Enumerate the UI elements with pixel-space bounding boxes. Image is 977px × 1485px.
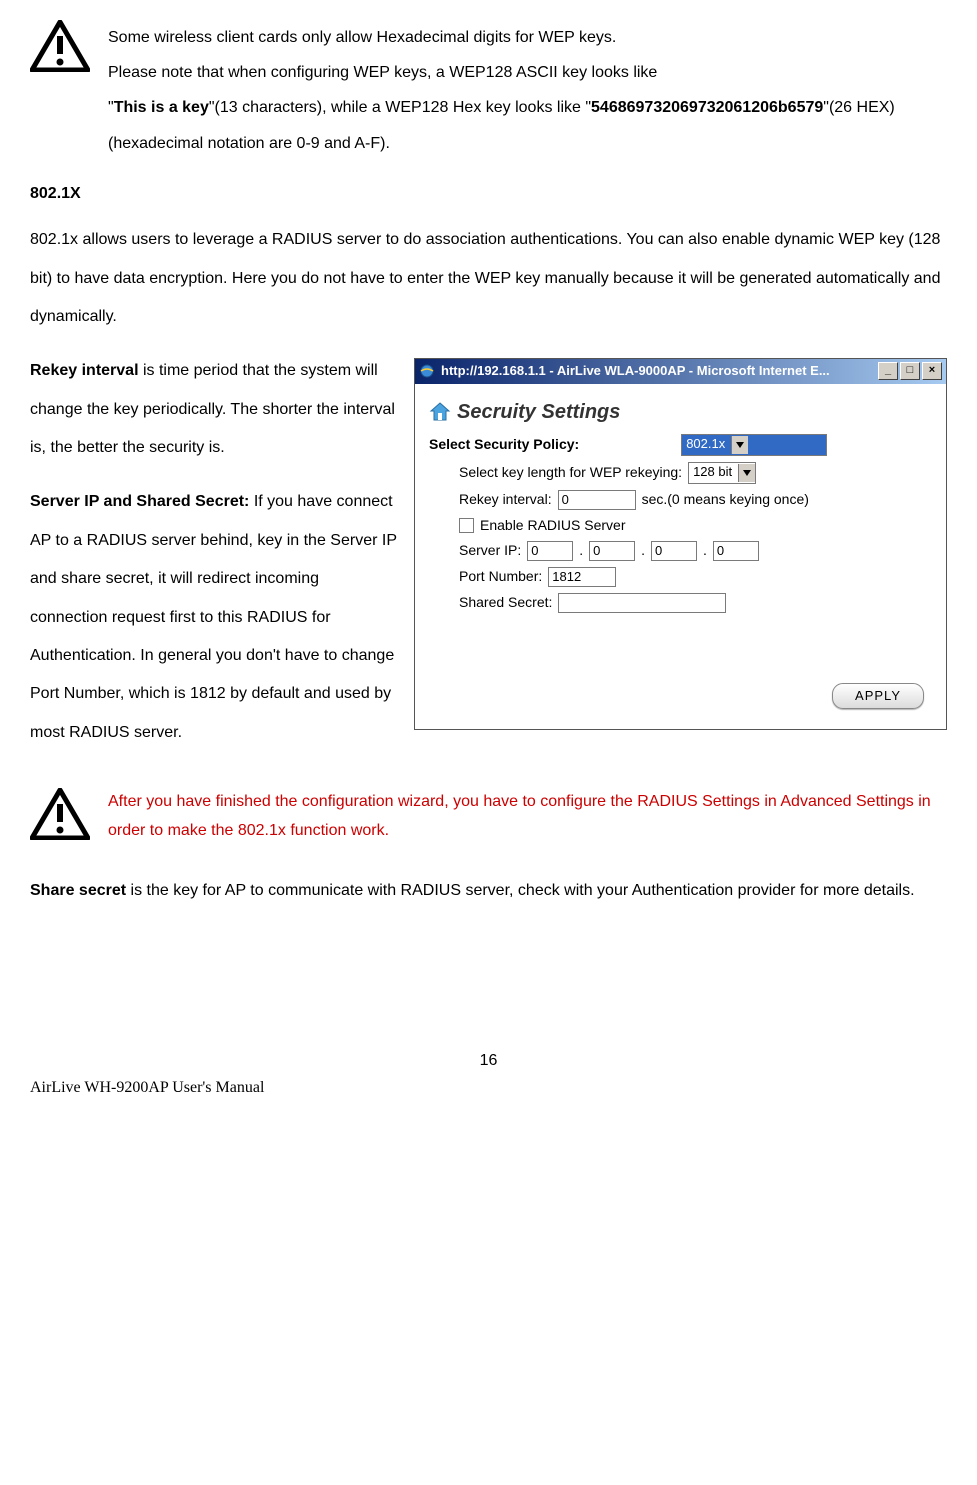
security-policy-select[interactable]: 802.1x [681,434,827,456]
text: is the key for AP to communicate with RA… [126,882,915,899]
warning-text-2: After you have finished the configuratio… [108,788,947,846]
security-policy-row: Select Security Policy: 802.1x [429,434,932,456]
key-length-label: Select key length for WEP rekeying: [459,463,682,483]
text-bold: Rekey interval [30,362,139,379]
enable-radius-row: Enable RADIUS Server [459,516,932,536]
server-ip-label: Server IP: [459,541,521,561]
text: If you have connect AP to a RADIUS serve… [30,493,397,740]
rekey-interval-row: Rekey interval: 0 sec.(0 means keying on… [459,490,932,510]
ip-octet-2-input[interactable]: 0 [589,541,635,561]
settings-group: Select key length for WEP rekeying: 128 … [459,462,932,614]
close-button[interactable]: × [922,362,942,380]
home-icon [429,401,451,423]
intro-paragraph: 802.1x allows users to leverage a RADIUS… [30,221,947,336]
key-length-row: Select key length for WEP rekeying: 128 … [459,462,932,484]
text-bold: Share secret [30,882,126,899]
window-titlebar: http://192.168.1.1 - AirLive WLA-9000AP … [415,359,946,383]
chevron-down-icon [738,464,755,482]
warning-icon [30,20,90,70]
text-bold: This is a key [114,99,209,116]
enable-radius-label: Enable RADIUS Server [480,516,626,536]
warning-icon [30,788,90,838]
ip-octet-1-input[interactable]: 0 [527,541,573,561]
text: "(13 characters), while a WEP128 Hex key… [209,99,591,116]
shared-secret-label: Shared Secret: [459,593,552,613]
note-line: (hexadecimal notation are 0-9 and A-F). [108,126,947,161]
panel-body: Secruity Settings Select Security Policy… [415,384,946,730]
panel-title-text: Secruity Settings [457,398,620,426]
ip-octet-4-input[interactable]: 0 [713,541,759,561]
port-number-row: Port Number: 1812 [459,567,932,587]
browser-window: http://192.168.1.1 - AirLive WLA-9000AP … [414,358,947,730]
dropdown-value: 802.1x [686,435,725,453]
maximize-button[interactable]: □ [900,362,920,380]
note-line: Please note that when configuring WEP ke… [108,55,947,90]
note-line: Some wireless client cards only allow He… [108,20,947,55]
window-buttons: _ □ × [878,362,942,380]
panel-title: Secruity Settings [429,398,932,426]
minimize-button[interactable]: _ [878,362,898,380]
manual-title: AirLive WH-9200AP User's Manual [30,1077,947,1099]
text: "(26 HEX) [823,99,894,116]
shared-secret-row: Shared Secret: [459,593,932,613]
shared-secret-input[interactable] [558,593,726,613]
rekey-label: Rekey interval: [459,490,552,510]
page-number: 16 [30,1050,947,1072]
apply-button[interactable]: APPLY [832,683,924,709]
rekey-suffix: sec.(0 means keying once) [642,490,809,510]
ip-octet-3-input[interactable]: 0 [651,541,697,561]
port-number-input[interactable]: 1812 [548,567,616,587]
window-title: http://192.168.1.1 - AirLive WLA-9000AP … [441,362,830,380]
ie-icon [419,363,435,379]
security-policy-label: Select Security Policy: [429,435,579,455]
warning-block-1: Some wireless client cards only allow He… [30,20,947,161]
text-bold: 546869732069732061206b6579 [591,99,823,116]
port-label: Port Number: [459,567,542,587]
chevron-down-icon [731,436,748,454]
rekey-interval-input[interactable]: 0 [558,490,636,510]
server-ip-row: Server IP: 0. 0. 0. 0 [459,541,932,561]
share-secret-paragraph: Share secret is the key for AP to commun… [30,872,947,910]
section-heading-8021x: 802.1X [30,183,947,205]
warning-block-2: After you have finished the configuratio… [30,788,947,846]
text-bold: Server IP and Shared Secret: [30,493,249,510]
enable-radius-checkbox[interactable] [459,518,474,533]
note-line: "This is a key"(13 characters), while a … [108,90,947,125]
key-length-select[interactable]: 128 bit [688,462,756,484]
warning-text-1: Some wireless client cards only allow He… [108,20,947,161]
dropdown-value: 128 bit [693,463,732,481]
